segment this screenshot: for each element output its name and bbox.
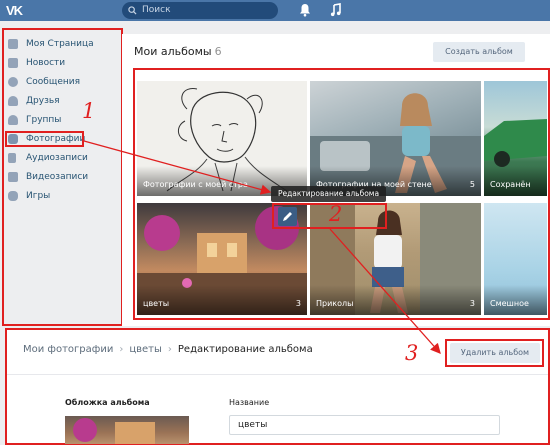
annotation-frame-photos [5, 131, 84, 147]
bell-icon[interactable] [299, 3, 311, 17]
divider [7, 374, 548, 375]
chevron-right-icon: › [119, 344, 124, 355]
breadcrumb-album[interactable]: цветы [129, 344, 162, 355]
search-input[interactable]: Поиск [122, 2, 278, 19]
annotation-step-1: 1 [82, 99, 96, 123]
search-placeholder: Поиск [142, 5, 171, 15]
breadcrumb: Мои фотографии › цветы › Редактирование альб… [23, 344, 313, 355]
album-name-input[interactable]: цветы [229, 415, 500, 435]
chevron-right-icon: › [167, 344, 172, 355]
create-album-button[interactable]: Создать альбом [433, 42, 525, 62]
album-cover-thumbnail[interactable] [65, 416, 189, 444]
albums-count: 6 [214, 45, 222, 58]
vk-logo[interactable]: VK [6, 3, 28, 18]
albums-title-text: Мои альбомы [134, 45, 212, 58]
annotation-step-2: 2 [329, 202, 343, 226]
breadcrumb-my-photos[interactable]: Мои фотографии [23, 344, 113, 355]
edit-album-tooltip: Редактирование альбома [271, 186, 386, 202]
annotation-frame-sidebar [2, 28, 123, 326]
annotation-frame-delete [445, 339, 544, 367]
albums-title: Мои альбомы 6 [134, 45, 222, 58]
name-label: Название [229, 398, 270, 407]
search-icon [128, 6, 137, 15]
annotation-step-3: 3 [405, 341, 419, 365]
cover-label: Обложка альбома [65, 398, 150, 407]
cover-photo [73, 418, 155, 444]
breadcrumb-current: Редактирование альбома [177, 344, 313, 355]
music-note-icon[interactable] [330, 3, 342, 17]
top-bar: VK Поиск [0, 0, 550, 21]
